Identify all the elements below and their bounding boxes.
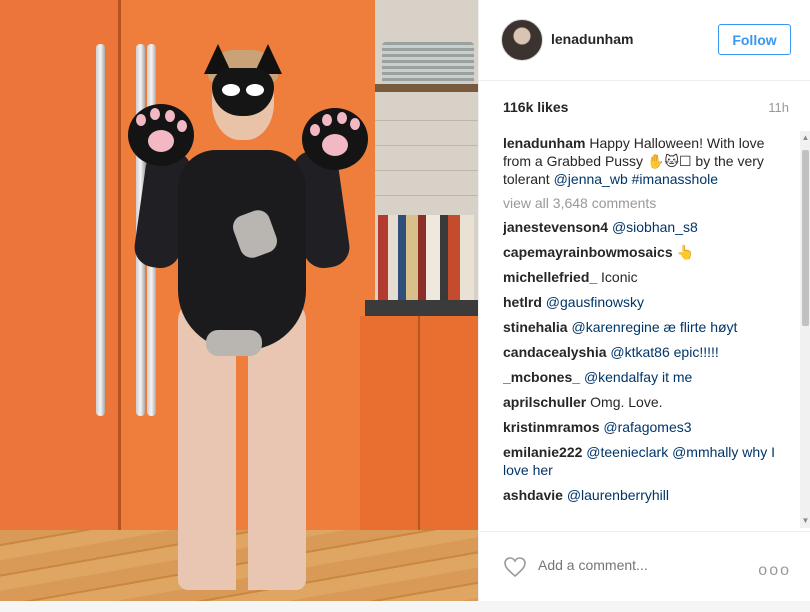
- caption-hashtag[interactable]: #imanasshole: [632, 171, 718, 187]
- post-side-panel: lenadunham Follow 116k likes 11h lenadun…: [478, 0, 810, 601]
- page-bottom-strip: [0, 601, 810, 612]
- comment-username[interactable]: capemayrainbowmosaics: [503, 244, 673, 260]
- comment-row: emilanie222 @teenieclark @mmhally why I …: [503, 443, 793, 479]
- tile-line: [375, 170, 478, 171]
- comment-username[interactable]: emilanie222: [503, 444, 582, 460]
- view-all-comments-link[interactable]: view all 3,648 comments: [503, 195, 793, 211]
- cat-paw-right: [302, 108, 368, 170]
- comment-username[interactable]: janestevenson4: [503, 219, 608, 235]
- follow-button[interactable]: Follow: [718, 24, 791, 55]
- username-link[interactable]: lenadunham: [551, 31, 633, 47]
- mask-eye: [222, 84, 240, 96]
- comment-text: @siobhan_s8: [611, 219, 698, 235]
- comment-row: kristinmramos @rafagomes3: [503, 418, 793, 436]
- caption-mention[interactable]: @jenna_wb: [554, 171, 628, 187]
- comment-text: Iconic: [601, 269, 638, 285]
- comment-username[interactable]: aprilschuller: [503, 394, 586, 410]
- comment-text: Omg. Love.: [590, 394, 663, 410]
- comment-row: aprilschuller Omg. Love.: [503, 393, 793, 411]
- caption: lenadunham Happy Halloween! With love fr…: [503, 134, 793, 188]
- cookbooks: [378, 215, 474, 300]
- comment-text: @karenregine æ flirte høyt: [571, 319, 738, 335]
- tile-line: [375, 195, 478, 196]
- post-timestamp[interactable]: 11h: [768, 100, 789, 115]
- comment-footer: ooo: [479, 531, 810, 602]
- tile-line: [375, 145, 478, 146]
- comment-username[interactable]: ashdavie: [503, 487, 563, 503]
- fridge-handle: [96, 44, 105, 416]
- add-comment-input[interactable]: [536, 556, 740, 574]
- comment-row: _mcbones_ @kendalfay it me: [503, 368, 793, 386]
- likes-count[interactable]: 116k likes: [503, 99, 568, 115]
- cat-paw-left: [128, 104, 194, 166]
- heart-outline-icon[interactable]: [503, 556, 527, 578]
- comment-row: candacealyshia @ktkat86 epic!!!!!: [503, 343, 793, 361]
- comment-text: 👆: [676, 244, 694, 260]
- cabinet-seam: [418, 316, 420, 530]
- comment-text: @laurenberryhill: [566, 487, 669, 503]
- comment-username[interactable]: _mcbones_: [503, 369, 580, 385]
- comment-row: hetlrd @gausfinowsky: [503, 293, 793, 311]
- post-header: lenadunham Follow: [479, 0, 810, 81]
- comment-text: @gausfinowsky: [545, 294, 645, 310]
- comment-row: capemayrainbowmosaics 👆: [503, 243, 793, 261]
- comments-list: lenadunham Happy Halloween! With love fr…: [503, 134, 793, 528]
- more-options-icon[interactable]: ooo: [758, 562, 791, 580]
- comment-row: stinehalia @karenregine æ flirte høyt: [503, 318, 793, 336]
- arrow-up-icon[interactable]: ▲: [801, 133, 810, 142]
- mask-eye: [246, 84, 264, 96]
- comment-row: ashdavie @laurenberryhill: [503, 486, 793, 504]
- comment-username[interactable]: kristinmramos: [503, 419, 599, 435]
- avatar[interactable]: [501, 19, 543, 61]
- comment-text: @rafagomes3: [603, 419, 692, 435]
- stacked-plates: [382, 42, 474, 84]
- prop-hand: [206, 330, 262, 356]
- counter: [365, 300, 478, 316]
- comment-username[interactable]: stinehalia: [503, 319, 568, 335]
- comment-username[interactable]: hetlrd: [503, 294, 542, 310]
- comment-text: @ktkat86 epic!!!!!: [610, 344, 719, 360]
- tile-line: [375, 120, 478, 121]
- post-photo[interactable]: [0, 0, 478, 601]
- comment-username[interactable]: michellefried_: [503, 269, 597, 285]
- comment-text: @kendalfay it me: [583, 369, 693, 385]
- fridge-gap: [118, 0, 121, 530]
- shelf: [375, 84, 478, 92]
- comment-username[interactable]: candacealyshia: [503, 344, 607, 360]
- scrollbar-thumb[interactable]: [802, 150, 809, 326]
- comment-row: janestevenson4 @siobhan_s8: [503, 218, 793, 236]
- comment-row: michellefried_ Iconic: [503, 268, 793, 286]
- arrow-down-icon[interactable]: ▼: [801, 516, 810, 525]
- caption-username[interactable]: lenadunham: [503, 135, 585, 151]
